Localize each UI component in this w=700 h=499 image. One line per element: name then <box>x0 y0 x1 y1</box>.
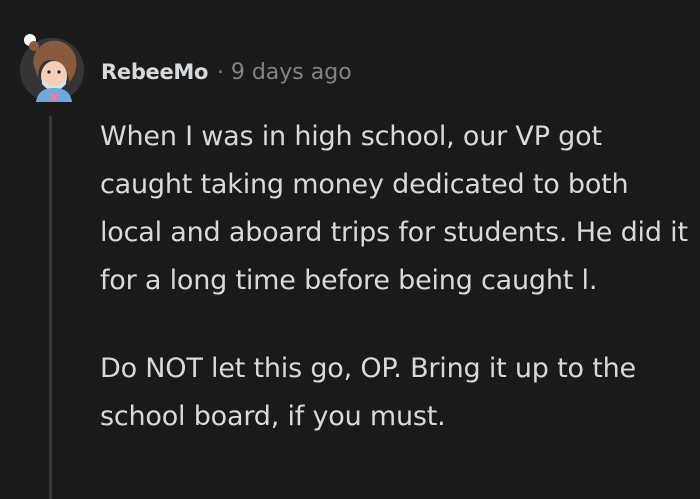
comment-body: When I was in high school, our VP got ca… <box>100 113 690 441</box>
meta-separator: · <box>217 60 224 84</box>
thread-collapse-line[interactable] <box>49 116 52 499</box>
comment-timestamp[interactable]: 9 days ago <box>231 60 352 85</box>
user-avatar-icon[interactable] <box>20 34 84 102</box>
comment: RebeeMo · 9 days ago When I was in high … <box>0 0 700 499</box>
comment-paragraph-1: When I was in high school, our VP got ca… <box>100 121 688 296</box>
comment-meta: RebeeMo · 9 days ago <box>101 56 352 88</box>
comment-paragraph-2: Do NOT let this go, OP. Bring it up to t… <box>100 353 636 432</box>
author-username[interactable]: RebeeMo <box>101 60 208 84</box>
avatar-illustration <box>20 34 84 102</box>
